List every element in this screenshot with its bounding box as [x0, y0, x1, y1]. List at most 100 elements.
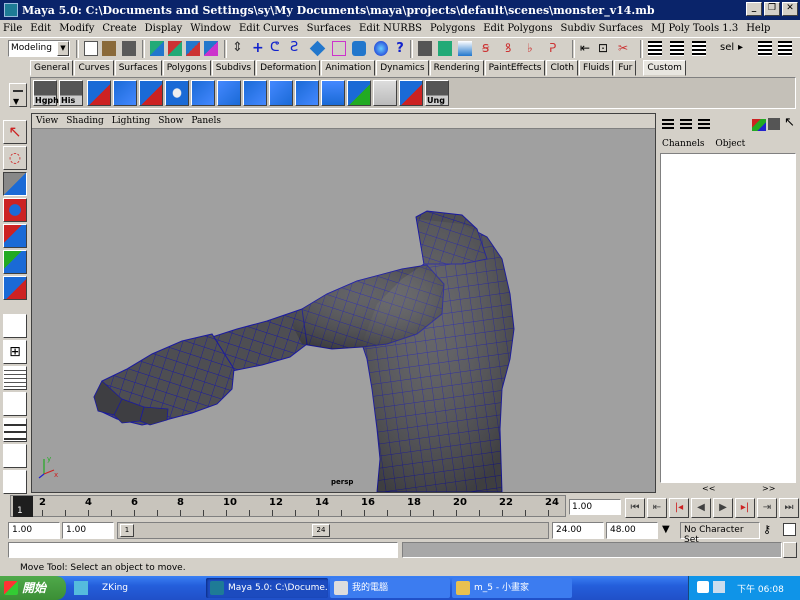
select-component-icon[interactable]: [186, 41, 200, 56]
move-tool-icon[interactable]: [3, 198, 27, 222]
step-back-key-icon[interactable]: |◂: [669, 498, 689, 518]
channel-box-icon[interactable]: [692, 41, 706, 56]
manipulator-tool-icon[interactable]: [3, 276, 27, 300]
scroll-left-button[interactable]: <<: [702, 484, 715, 493]
script-editor-button[interactable]: [783, 542, 797, 558]
menu-file[interactable]: File: [3, 23, 22, 34]
new-scene-icon[interactable]: [84, 41, 98, 56]
vp-menu-show[interactable]: Show: [158, 116, 183, 126]
volume-icon[interactable]: [713, 581, 725, 593]
outliner-icon[interactable]: ꝸ: [505, 41, 519, 56]
task-my-computer[interactable]: 我的電腦: [330, 578, 450, 598]
extrude-face-icon[interactable]: [139, 80, 163, 106]
paint-select-tool-icon[interactable]: [3, 172, 27, 196]
viewport-canvas[interactable]: y x: [32, 129, 655, 492]
layout-icon[interactable]: [758, 41, 772, 56]
menu-polygons[interactable]: Polygons: [430, 23, 475, 34]
play-backwards-icon[interactable]: ◀: [691, 498, 711, 518]
hypershade-layout-icon[interactable]: [3, 418, 27, 442]
select-mask-icon[interactable]: [204, 41, 218, 56]
history-icon[interactable]: [352, 41, 366, 56]
manipulator-color-icon[interactable]: [752, 119, 766, 131]
smooth-icon[interactable]: [217, 80, 241, 106]
play-forwards-icon[interactable]: ▶: [713, 498, 733, 518]
multilister-icon[interactable]: ♭: [527, 41, 541, 56]
help-icon[interactable]: ?: [393, 41, 407, 56]
combine-icon[interactable]: [269, 80, 293, 106]
bevel-icon[interactable]: [243, 80, 267, 106]
menu-display[interactable]: Display: [145, 23, 183, 34]
vp-menu-lighting[interactable]: Lighting: [112, 116, 150, 126]
tray-icon[interactable]: [697, 581, 709, 593]
range-slider[interactable]: 1 24: [117, 522, 549, 539]
menu-edit-polygons[interactable]: Edit Polygons: [483, 23, 552, 34]
input-line-toggle-icon[interactable]: ⊡: [598, 41, 612, 56]
time-slider[interactable]: 1 2 4 6 8 10 12 14 16 18 20 22 24: [10, 495, 566, 517]
preferences-icon[interactable]: [783, 523, 796, 536]
menu-edit-nurbs[interactable]: Edit NURBS: [359, 23, 422, 34]
menu-surfaces[interactable]: Surfaces: [307, 23, 351, 34]
chevron-down-icon[interactable]: ▼: [57, 41, 69, 56]
mode-selector[interactable]: Modeling ▼: [8, 40, 70, 57]
hypershade-icon[interactable]: ᕈ: [549, 41, 563, 56]
tab-surfaces[interactable]: Surfaces: [114, 60, 162, 76]
tab-painteffects[interactable]: PaintEffects: [484, 60, 546, 76]
menu-help[interactable]: Help: [746, 23, 770, 34]
hotbox-icon[interactable]: ✂: [618, 41, 632, 56]
select-tool-icon[interactable]: ↖: [3, 120, 27, 144]
playback-end-field[interactable]: 24.00: [552, 522, 604, 539]
tool-layout-icon[interactable]: [698, 119, 710, 131]
menu-subdiv-surfaces[interactable]: Subdiv Surfaces: [561, 23, 644, 34]
tab-dynamics[interactable]: Dynamics: [376, 60, 429, 76]
pointer-icon[interactable]: ↖: [784, 115, 795, 130]
step-forward-frame-icon[interactable]: ⇥: [757, 498, 777, 518]
start-button[interactable]: 開始: [0, 576, 66, 600]
snap-surface-icon[interactable]: [332, 41, 346, 56]
persp-graph-layout-icon[interactable]: [3, 392, 27, 416]
tab-polygons[interactable]: Polygons: [162, 60, 211, 76]
history-shelf-button[interactable]: His: [59, 80, 83, 106]
step-back-frame-icon[interactable]: ⇤: [647, 498, 667, 518]
go-to-end-icon[interactable]: ⏭: [779, 498, 799, 518]
tab-fur[interactable]: Fur: [614, 60, 637, 76]
current-frame-marker[interactable]: 1: [13, 496, 33, 517]
attribute-layout-icon[interactable]: [680, 119, 692, 131]
attribute-editor-icon[interactable]: [648, 41, 662, 56]
outliner-layout-icon[interactable]: [3, 366, 27, 390]
menu-window[interactable]: Window: [190, 23, 231, 34]
vp-menu-shading[interactable]: Shading: [66, 116, 104, 126]
task-paint[interactable]: m_5 - 小畫家: [452, 578, 572, 598]
current-frame-field[interactable]: 1.00: [569, 499, 621, 515]
step-forward-key-icon[interactable]: ▸|: [735, 498, 755, 518]
channels-menu[interactable]: Channels: [662, 139, 704, 149]
select-hierarchy-icon[interactable]: [150, 41, 164, 56]
character-set-field[interactable]: No Character Set: [680, 522, 760, 545]
minimize-button[interactable]: _: [746, 2, 762, 16]
close-button[interactable]: ✕: [782, 2, 798, 16]
menu-mj-poly-tools[interactable]: MJ Poly Tools 1.3: [651, 23, 738, 34]
snap-view-icon[interactable]: [309, 40, 326, 57]
vp-menu-panels[interactable]: Panels: [191, 116, 221, 126]
start-time-field[interactable]: 1.00: [8, 522, 60, 539]
task-maya[interactable]: Maya 5.0: C:\Docume...: [206, 578, 328, 598]
menu-edit[interactable]: Edit: [30, 23, 51, 34]
menu-edit-curves[interactable]: Edit Curves: [239, 23, 299, 34]
maya-app-icon[interactable]: [4, 3, 18, 17]
hypergraph-icon[interactable]: ꞩ: [482, 41, 496, 56]
playback-start-field[interactable]: 1.00: [62, 522, 114, 539]
tab-subdivs[interactable]: Subdivs: [211, 60, 256, 76]
plus-icon[interactable]: +: [252, 41, 266, 56]
lasso-tool-icon[interactable]: ◌: [3, 146, 27, 170]
end-time-field[interactable]: 48.00: [606, 522, 658, 539]
channel-layout-icon[interactable]: [662, 119, 674, 131]
object-menu[interactable]: Object: [715, 139, 745, 149]
input-line-icon[interactable]: ⇤: [580, 41, 594, 56]
range-end-handle[interactable]: 24: [312, 524, 330, 537]
snap-point-icon[interactable]: Ƨ: [290, 41, 304, 56]
scale-tool-icon[interactable]: [3, 250, 27, 274]
ipr-icon[interactable]: [438, 41, 452, 56]
merge-vertices-icon[interactable]: [191, 80, 215, 106]
viewport-panel[interactable]: View Shading Lighting Show Panels y x pe…: [31, 113, 656, 493]
task-zking[interactable]: ZKing: [80, 578, 190, 598]
layout-extra-icon[interactable]: [3, 470, 27, 494]
